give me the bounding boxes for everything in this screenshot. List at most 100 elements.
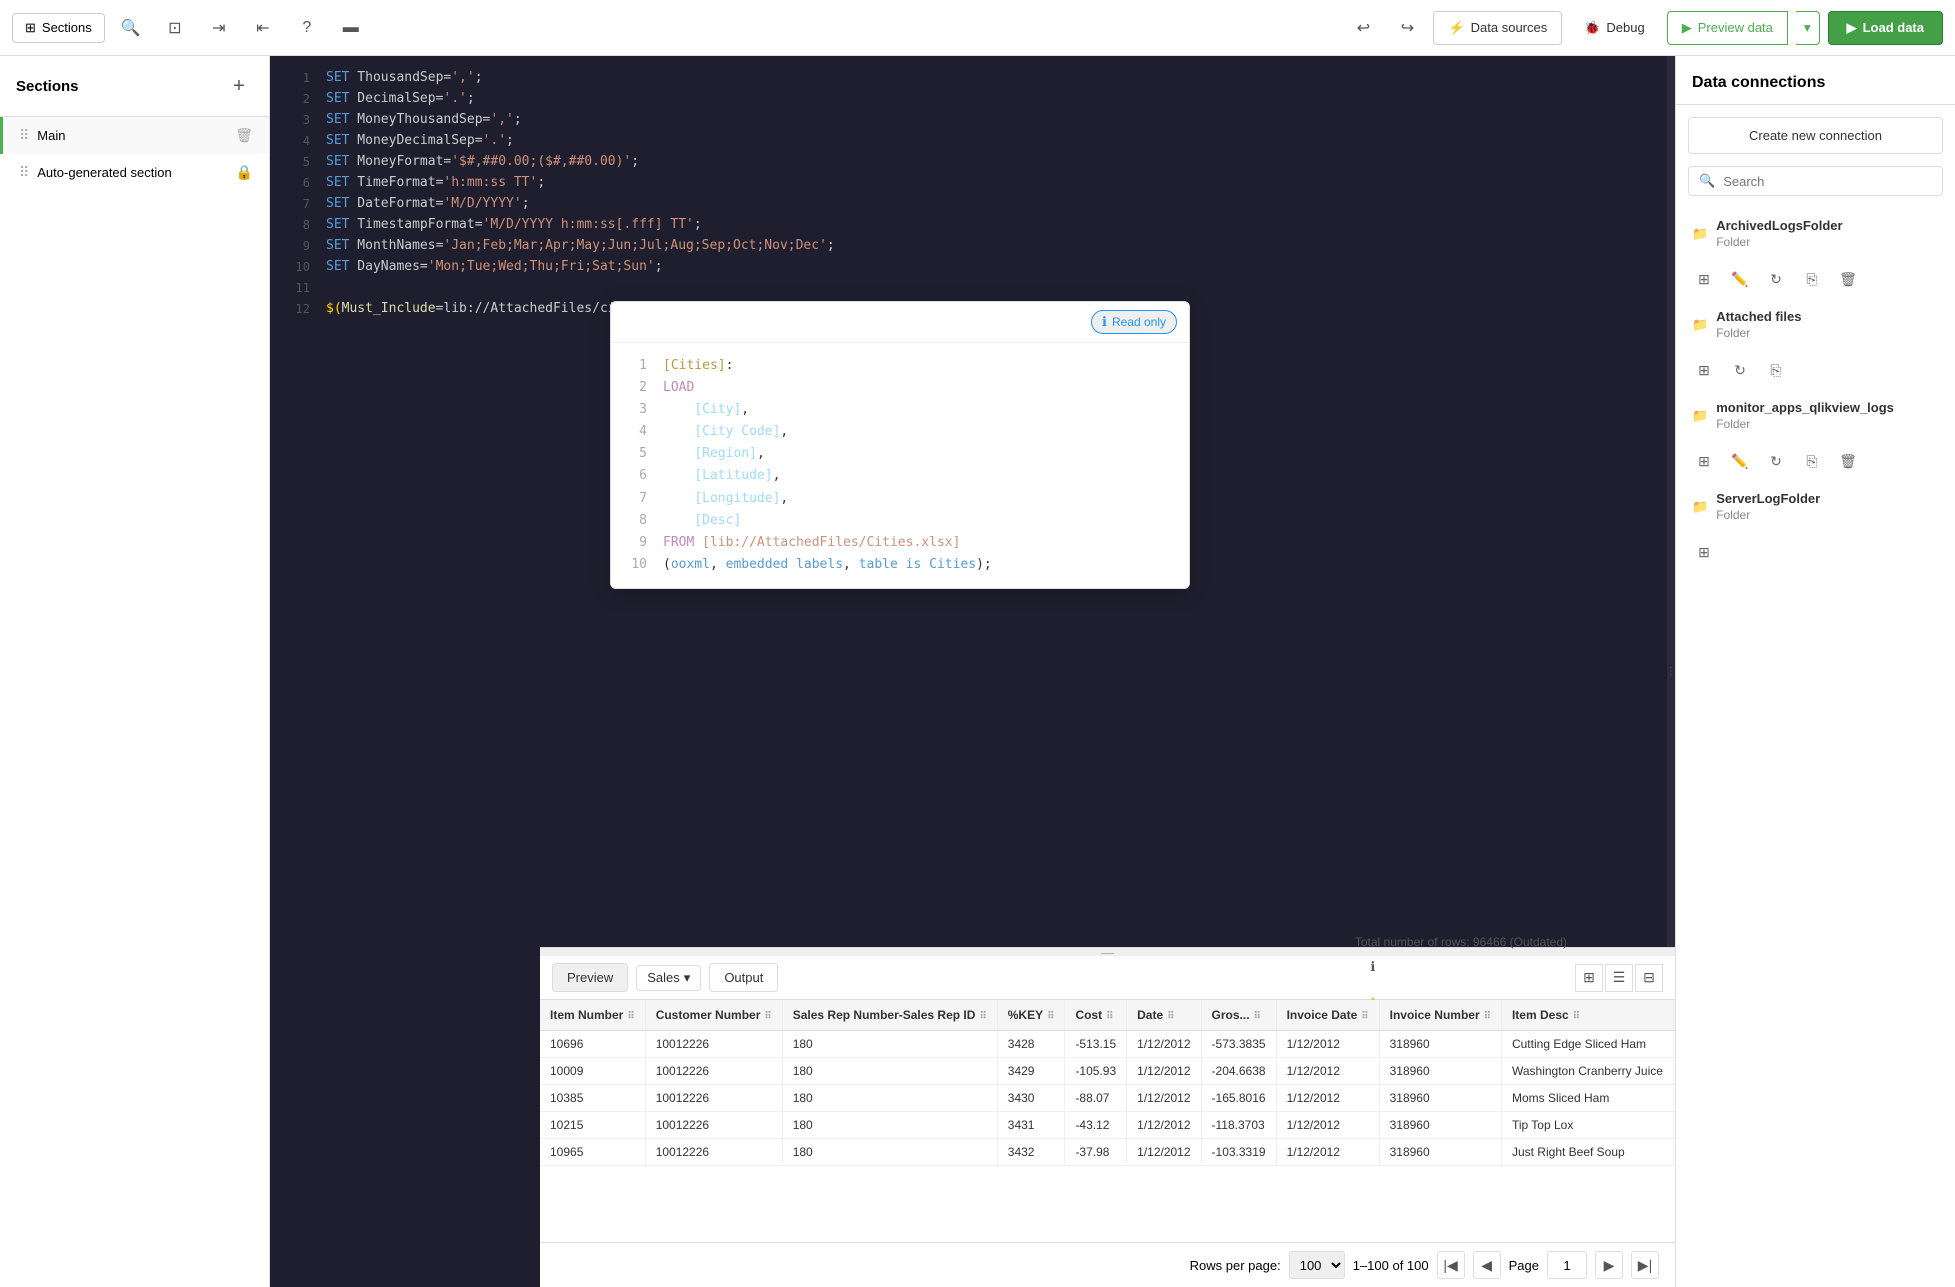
line-number: 5: [278, 152, 310, 171]
table-cell-r1-c1: 10012226: [645, 1058, 782, 1085]
table-cell-r3-c3: 3431: [997, 1112, 1065, 1139]
page-number-input[interactable]: [1547, 1251, 1587, 1279]
conn-select-btn-4[interactable]: ⊞: [1688, 536, 1720, 568]
tab-sales-dropdown[interactable]: Sales ▾: [636, 965, 701, 991]
sidebar-item-auto-label: Auto-generated section: [37, 165, 227, 180]
help-btn[interactable]: ?: [289, 10, 325, 46]
console-btn[interactable]: ▬: [333, 10, 369, 46]
col-header-invoice_number[interactable]: Invoice Number⠿: [1379, 1000, 1501, 1031]
code-line-10: 10SET DayNames='Mon;Tue;Wed;Thu;Fri;Sat;…: [270, 257, 1667, 278]
connection-actions-3: ⊞ ✏️ ↻ ⎘ 🗑: [1676, 441, 1955, 481]
rows-per-page-select[interactable]: 100 50 200: [1289, 1251, 1345, 1279]
list-view-btn[interactable]: ☰: [1605, 964, 1633, 992]
conn-reload-btn-2[interactable]: ↻: [1724, 354, 1756, 386]
table-cell-r3-c5: 1/12/2012: [1127, 1112, 1201, 1139]
conn-edit-btn-1[interactable]: ✏️: [1724, 263, 1756, 295]
table-cell-r0-c1: 10012226: [645, 1031, 782, 1058]
sidebar-add-button[interactable]: +: [225, 72, 253, 100]
connection-type-1: Folder: [1716, 235, 1842, 249]
page-next-btn[interactable]: ▶: [1595, 1251, 1623, 1279]
read-only-badge[interactable]: ℹ Read only: [1091, 310, 1177, 334]
right-panel-content: Create new connection 🔍 📁 ArchivedLogsFo…: [1676, 105, 1955, 1287]
folder-icon-3: 📁: [1692, 408, 1708, 424]
outdent-btn[interactable]: ⇤: [245, 10, 281, 46]
search-toolbar-btn[interactable]: 🔍: [113, 10, 149, 46]
page-last-btn[interactable]: ▶|: [1631, 1251, 1659, 1279]
indent-btn[interactable]: ⇥: [201, 10, 237, 46]
sidebar-item-auto[interactable]: ⠿ Auto-generated section 🔒: [0, 154, 269, 191]
table-cell-r0-c9: Cutting Edge Sliced Ham: [1501, 1031, 1673, 1058]
datasources-button[interactable]: ⚡ Data sources: [1433, 11, 1562, 45]
conn-copy-btn-1[interactable]: ⎘: [1796, 263, 1828, 295]
col-header-invoice_date[interactable]: Invoice Date⠿: [1276, 1000, 1379, 1031]
col-header-item_desc[interactable]: Item Desc⠿: [1501, 1000, 1673, 1031]
tab-output[interactable]: Output: [709, 963, 778, 992]
table-cell-r2-c5: 1/12/2012: [1127, 1085, 1201, 1112]
load-data-button[interactable]: ▶ Load data: [1828, 11, 1943, 45]
sidebar-item-main[interactable]: ⠿ Main 🗑: [0, 117, 269, 154]
line-number: 8: [278, 215, 310, 234]
data-table-container[interactable]: Item Number⠿Customer Number⠿Sales Rep Nu…: [540, 1000, 1675, 1242]
line-content: SET MoneyDecimalSep='.';: [326, 131, 514, 151]
table-view-btn[interactable]: ⊞: [1575, 964, 1603, 992]
col-header-cost[interactable]: Cost⠿: [1065, 1000, 1127, 1031]
col-header-customer_number[interactable]: Customer Number⠿: [645, 1000, 782, 1031]
redo-btn[interactable]: ↪: [1389, 10, 1425, 46]
search-box: 🔍: [1688, 166, 1943, 196]
lock-icon: 🔒: [236, 164, 253, 181]
page-range-info: 1–100 of 100: [1353, 1258, 1429, 1273]
table-cell-r1-c5: 1/12/2012: [1127, 1058, 1201, 1085]
table-cell-r0-c2: 180: [782, 1031, 997, 1058]
conn-select-btn-1[interactable]: ⊞: [1688, 263, 1720, 295]
section-view-btn[interactable]: ⊡: [157, 10, 193, 46]
drag-icon: ⠿: [19, 127, 29, 144]
grid-view-btn[interactable]: ⊟: [1635, 964, 1663, 992]
line-content: SET DayNames='Mon;Tue;Wed;Thu;Fri;Sat;Su…: [326, 257, 663, 277]
conn-delete-btn-1[interactable]: 🗑: [1832, 263, 1864, 295]
table-cell-r1-c3: 3429: [997, 1058, 1065, 1085]
right-panel: Data connections Create new connection 🔍…: [1675, 56, 1955, 1287]
debug-button[interactable]: 🐞 Debug: [1570, 12, 1659, 44]
connection-monitor: 📁 monitor_apps_qlikview_logs Folder: [1676, 390, 1955, 441]
conn-select-btn-3[interactable]: ⊞: [1688, 445, 1720, 477]
table-cell-r1-c9: Washington Cranberry Juice: [1501, 1058, 1673, 1085]
tab-preview[interactable]: Preview: [552, 963, 628, 992]
col-header-sales_rep[interactable]: Sales Rep Number-Sales Rep ID⠿: [782, 1000, 997, 1031]
table-cell-r2-c7: 1/12/2012: [1276, 1085, 1379, 1112]
conn-select-btn-2[interactable]: ⊞: [1688, 354, 1720, 386]
table-row: 10965100122261803432-37.981/12/2012-103.…: [540, 1139, 1675, 1166]
code-line-6: 6SET TimeFormat='h:mm:ss TT';: [270, 173, 1667, 194]
pagination-bar: Rows per page: 100 50 200 1–100 of 100 |…: [540, 1242, 1675, 1287]
col-header-item_number[interactable]: Item Number⠿: [540, 1000, 645, 1031]
table-cell-r3-c1: 10012226: [645, 1112, 782, 1139]
connection-actions-2: ⊞ ↻ ⎘: [1676, 350, 1955, 390]
col-header-pct_key[interactable]: %KEY⠿: [997, 1000, 1065, 1031]
undo-btn[interactable]: ↩: [1345, 10, 1381, 46]
conn-edit-btn-3[interactable]: ✏️: [1724, 445, 1756, 477]
rows-info-icon[interactable]: ℹ: [1355, 949, 1391, 985]
conn-copy-btn-3[interactable]: ⎘: [1796, 445, 1828, 477]
create-connection-button[interactable]: Create new connection: [1688, 117, 1943, 154]
page-prev-btn[interactable]: ◀: [1473, 1251, 1501, 1279]
connection-type-4: Folder: [1716, 508, 1820, 522]
table-cell-r0-c8: 318960: [1379, 1031, 1501, 1058]
col-header-mar[interactable]: Mar...⠿: [1673, 1000, 1675, 1031]
col-header-gross[interactable]: Gros...⠿: [1201, 1000, 1276, 1031]
table-row: 10215100122261803431-43.121/12/2012-118.…: [540, 1112, 1675, 1139]
conn-delete-btn-3[interactable]: 🗑: [1832, 445, 1864, 477]
col-header-date[interactable]: Date⠿: [1127, 1000, 1201, 1031]
conn-copy-btn-2[interactable]: ⎘: [1760, 354, 1792, 386]
sections-button[interactable]: ⊞ Sections: [12, 13, 105, 43]
conn-reload-btn-3[interactable]: ↻: [1760, 445, 1792, 477]
page-first-btn[interactable]: |◀: [1437, 1251, 1465, 1279]
search-input[interactable]: [1723, 174, 1932, 189]
table-cell-r4-c6: -103.3319: [1201, 1139, 1276, 1166]
delete-icon[interactable]: 🗑: [235, 127, 253, 144]
connection-name-3: monitor_apps_qlikview_logs: [1716, 400, 1894, 415]
conn-reload-btn-1[interactable]: ↻: [1760, 263, 1792, 295]
preview-data-button[interactable]: ▶ Preview data: [1667, 11, 1788, 45]
line-content: SET MonthNames='Jan;Feb;Mar;Apr;May;Jun;…: [326, 236, 835, 256]
preview-dropdown-button[interactable]: ▾: [1796, 11, 1820, 45]
tab-output-label: Output: [724, 970, 763, 985]
code-line-7: 7SET DateFormat='M/D/YYYY';: [270, 194, 1667, 215]
